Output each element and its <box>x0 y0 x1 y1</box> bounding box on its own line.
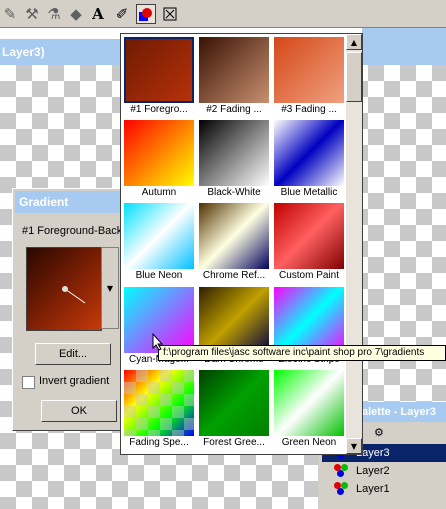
retouch-icon[interactable]: ⚗ <box>44 4 64 24</box>
layer-tool-icon[interactable]: ⚙ <box>374 426 384 439</box>
gradient-swatch[interactable] <box>199 120 269 186</box>
gradient-swatch[interactable] <box>124 120 194 186</box>
eraser-icon[interactable]: ◆ <box>66 4 86 24</box>
gradient-swatch[interactable] <box>274 370 344 436</box>
layer-row[interactable]: Layer1 <box>322 480 446 498</box>
gradient-swatch[interactable] <box>199 203 269 269</box>
ok-button[interactable]: OK <box>41 400 117 422</box>
gradient-swatch-label: #1 Foregro... <box>130 104 188 115</box>
clone-icon[interactable]: ⚒ <box>22 4 42 24</box>
brush-icon[interactable]: ✎ <box>0 4 20 24</box>
gradient-swatch-label: Chrome Ref... <box>202 270 266 281</box>
gradient-swatch[interactable] <box>199 370 269 436</box>
gradient-swatch[interactable] <box>199 37 269 103</box>
gradient-swatch-label: Green Neon <box>281 437 337 448</box>
gradient-swatch[interactable] <box>274 37 344 103</box>
gradient-name: #1 Foreground-Back <box>22 225 123 237</box>
gradient-swatch-label: Black-White <box>207 187 261 198</box>
gradient-swatch-label: Autumn <box>141 187 177 198</box>
edit-button[interactable]: Edit... <box>35 343 111 365</box>
gradient-swatch[interactable] <box>124 203 194 269</box>
gradient-dialog-title: Gradient <box>15 191 123 213</box>
layer-icon <box>334 464 350 478</box>
gradient-swatch-label: Blue Metallic <box>280 187 338 198</box>
gradient-swatch-label: #3 Fading ... <box>281 104 337 115</box>
layer-name: Layer1 <box>356 483 390 495</box>
canvas-window-titlebar <box>362 28 446 65</box>
gradient-swatch[interactable] <box>274 287 344 353</box>
chevron-down-icon[interactable]: ▼ <box>101 247 119 329</box>
gradient-preview[interactable] <box>26 247 102 331</box>
layer-icon <box>334 482 350 496</box>
gradient-swatch-label: Forest Gree... <box>203 437 265 448</box>
invert-gradient-label: Invert gradient <box>39 375 110 387</box>
canvas-window-title[interactable]: Layer3) <box>0 39 120 65</box>
path-tooltip: f:\program files\jasc software inc\paint… <box>158 345 446 361</box>
layer-row[interactable]: Layer2 <box>322 462 446 480</box>
layer-name: Layer2 <box>356 465 390 477</box>
scroll-thumb[interactable] <box>346 52 362 102</box>
gradient-swatch[interactable] <box>274 203 344 269</box>
gradient-swatch-label: Fading Spe... <box>129 437 189 448</box>
scroll-down-icon[interactable]: ▼ <box>346 438 362 454</box>
tool-options-toolbar: ✎ ⚒ ⚗ ◆ A ✐ <box>0 0 446 28</box>
gradient-swatch-label: Custom Paint <box>278 270 340 281</box>
invert-gradient-checkbox[interactable] <box>22 376 35 389</box>
gradient-swatch[interactable] <box>124 37 194 103</box>
gradient-dialog: Gradient #1 Foreground-Back ▼ Edit... In… <box>12 188 124 431</box>
swatch-scrollbar[interactable]: ▲ ▼ <box>346 34 362 454</box>
gradient-swatch-label: Blue Neon <box>135 270 183 281</box>
gradient-swatch[interactable] <box>199 287 269 353</box>
mouse-cursor-icon <box>152 332 164 354</box>
text-tool-icon[interactable]: A <box>88 4 108 24</box>
gradient-swatch[interactable] <box>124 370 194 436</box>
draw-icon[interactable]: ✐ <box>112 4 132 24</box>
gradient-swatch[interactable] <box>274 120 344 186</box>
crop-icon[interactable] <box>160 4 180 24</box>
scroll-up-icon[interactable]: ▲ <box>346 34 362 50</box>
flood-fill-icon[interactable] <box>136 4 156 24</box>
gradient-swatch-label: #2 Fading ... <box>206 104 262 115</box>
